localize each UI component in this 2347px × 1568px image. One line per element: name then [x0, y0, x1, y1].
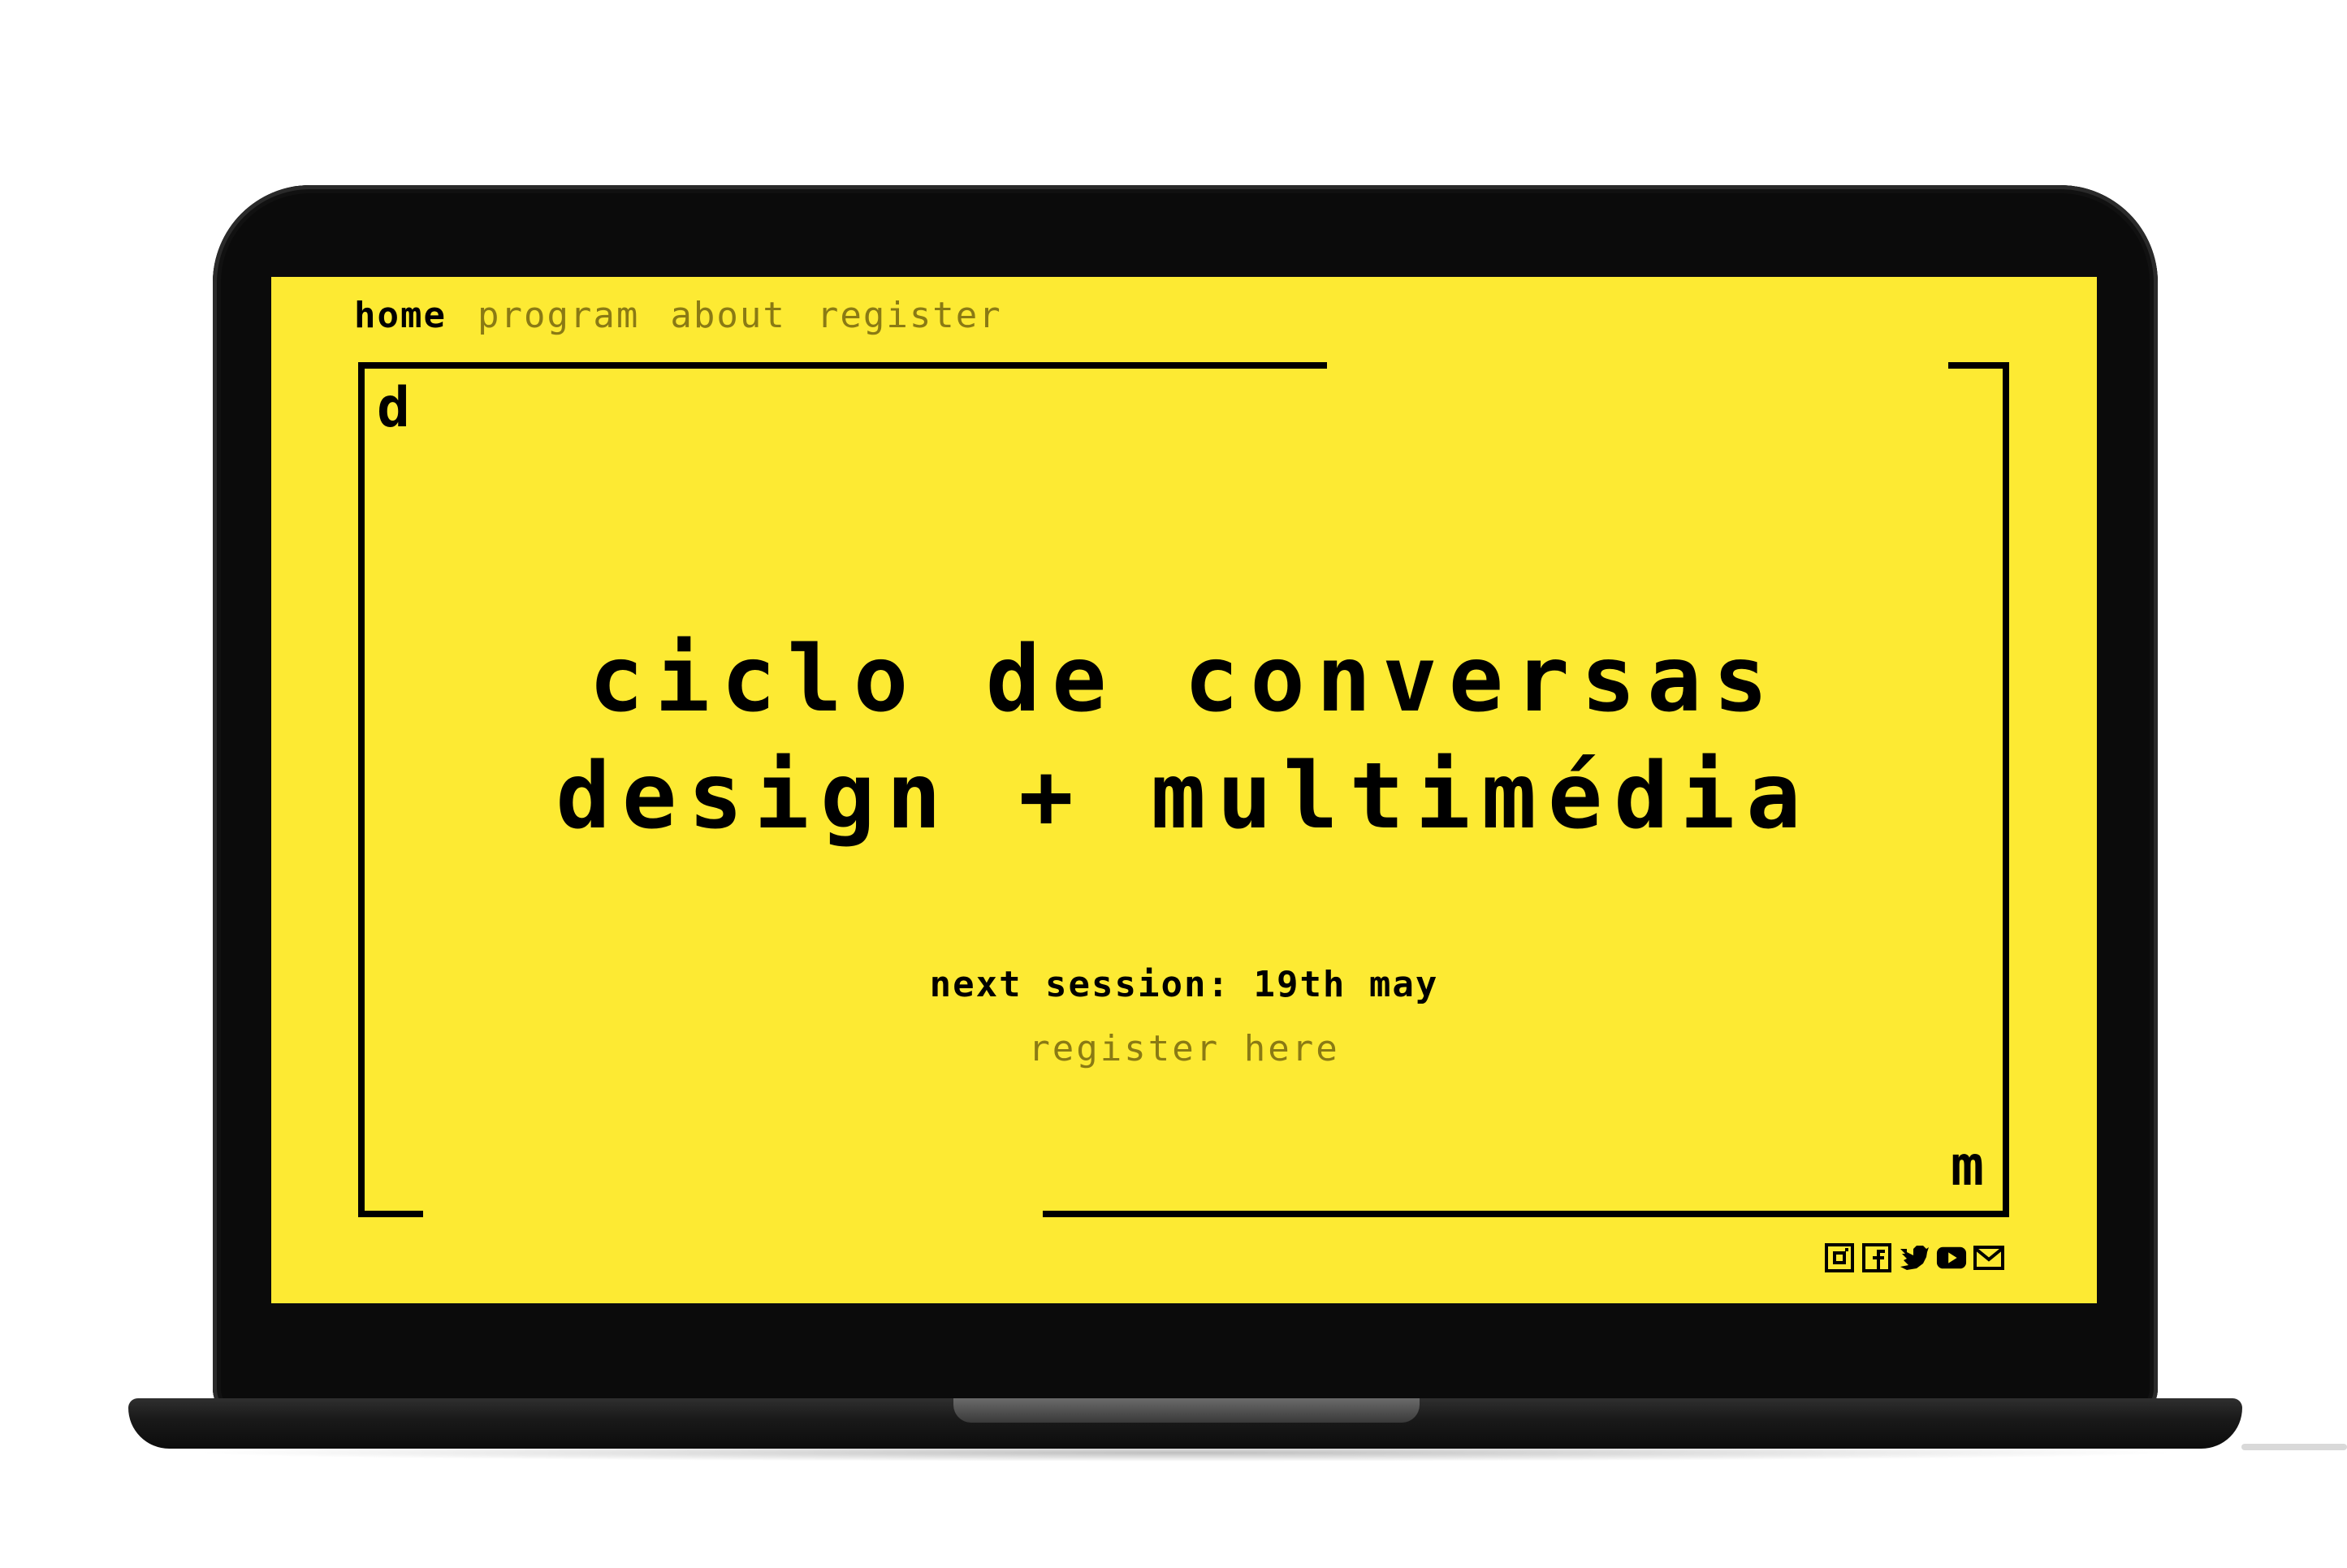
instagram-icon[interactable] [1824, 1242, 1855, 1273]
main-nav: home program about register [354, 295, 1002, 336]
next-session-text: next session: 19th may [929, 964, 1439, 1005]
laptop-notch [953, 1398, 1420, 1423]
nav-program[interactable]: program [478, 295, 639, 336]
mail-icon[interactable] [1973, 1242, 2004, 1273]
corner-letter-m: m [1951, 1134, 1984, 1199]
social-links [1824, 1242, 2004, 1273]
corner-letter-d: d [377, 376, 410, 440]
nav-home[interactable]: home [354, 295, 447, 336]
nav-about[interactable]: about [670, 295, 785, 336]
twitter-icon[interactable] [1899, 1242, 1930, 1273]
youtube-icon[interactable] [1936, 1242, 1967, 1273]
frame-top-right-stub [1948, 362, 2009, 369]
hero-title-line-2: design + multimédia [555, 744, 1813, 849]
register-here-link[interactable]: register here [271, 1028, 2097, 1069]
hero-title-line-1: ciclo de conversas [589, 627, 1779, 732]
facebook-icon[interactable] [1861, 1242, 1892, 1273]
website-screen: home program about register d m ciclo de… [271, 277, 2097, 1303]
nav-register[interactable]: register [817, 295, 1002, 336]
frame-top-left-line [358, 362, 1327, 369]
frame-bottom-left-stub [358, 1211, 423, 1217]
laptop-cable [2241, 1444, 2347, 1450]
frame-bottom-right-line [1043, 1211, 2009, 1217]
